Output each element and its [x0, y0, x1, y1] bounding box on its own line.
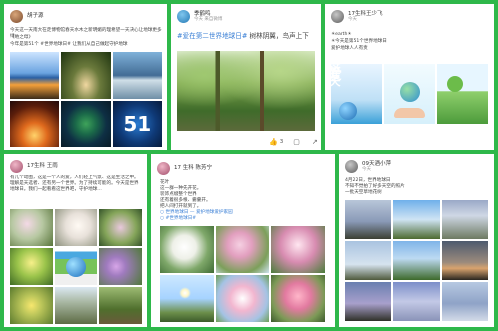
post-text: 《地之母》: [10, 35, 33, 40]
photo-thumbnail[interactable]: 51: [112, 100, 162, 147]
photo-thumbnail[interactable]: [10, 248, 53, 285]
post-card-4[interactable]: 17生科 王雨 有几个动图，这是一个人的爱，人们轻上气氛、这是生活之中。理解是天…: [4, 154, 147, 327]
image-grid: 爱在 这天: [331, 64, 488, 124]
hashtag-link[interactable]: #爱在第二世界地球日#: [177, 32, 247, 40]
post-text: #爱在第二世界地球日# 树林阴翼，鸟声上下: [177, 32, 317, 41]
post-card-5[interactable]: 17 生科 陈芳宁 花叶 这一群一种先开花。 装饰点缀整个世界 还有着很多根、嫑…: [151, 154, 335, 327]
photo-thumbnail[interactable]: [99, 287, 142, 324]
photo-thumbnail[interactable]: [271, 275, 325, 322]
hands-icon: [394, 108, 425, 118]
post-header: 17生科王少飞 今天: [331, 10, 383, 23]
photo-thumbnail[interactable]: [54, 209, 98, 246]
post-time: 今天: [362, 167, 371, 173]
username[interactable]: 胡子源: [27, 13, 44, 20]
user-info: 09天酒小萍 今天: [358, 161, 391, 173]
photo-thumbnail[interactable]: [10, 52, 60, 99]
post-card-1[interactable]: 胡子源 今天这一天南大在走博物馆春天水木之新明媚的理希望一天决心让地球更多绿… …: [4, 4, 167, 150]
post-header: 17生科 王雨: [10, 160, 58, 173]
like-icon[interactable]: 👍: [269, 138, 278, 146]
photo-thumbnail[interactable]: [99, 209, 142, 246]
sun-icon: [178, 286, 191, 299]
photo-thumbnail[interactable]: [441, 241, 488, 280]
avatar[interactable]: [10, 10, 23, 23]
tree-icon: [447, 76, 464, 92]
photo-thumbnail[interactable]: [10, 209, 53, 246]
post-text: ☀earth☀: [331, 32, 352, 37]
post-card-3[interactable]: 17生科王少飞 今天 ☀earth☀ ☀今天是第51个世界地球日 爱护地球人人有…: [325, 4, 494, 150]
avatar[interactable]: [10, 160, 23, 173]
photo-thumbnail[interactable]: [99, 248, 142, 285]
username[interactable]: 17生科 王雨: [27, 163, 58, 170]
post-time: 今天: [348, 17, 357, 23]
photo-thumbnail[interactable]: [393, 200, 440, 239]
user-info: 17生科王少飞 今天: [344, 11, 383, 23]
avatar[interactable]: [177, 10, 190, 23]
photo-thumbnail[interactable]: [160, 275, 214, 322]
post-header: 09天酒小萍 今天: [345, 160, 391, 173]
post-text: ☀今天是第51个世界地球日: [331, 39, 387, 44]
image-grid: 51: [10, 52, 162, 147]
post-time: 今天 来自微博: [194, 17, 223, 23]
photo-thumbnail[interactable]: [215, 226, 270, 273]
user-info: 季鹤鸣 今天 来自微博: [190, 11, 222, 23]
photo-thumbnail[interactable]: [441, 282, 488, 321]
photo-thumbnail[interactable]: [215, 275, 270, 322]
photo-thumbnail[interactable]: [10, 287, 53, 324]
post-text: 有几个动图，这是一个人的爱，人们轻上气氛、这是生活之中。理解是天选者、还有另一个…: [10, 175, 139, 193]
comment-icon[interactable]: ▢: [293, 138, 300, 146]
post-card-2[interactable]: 季鹤鸣 今天 来自微博 #爱在第二世界地球日# 树林阴翼，鸟声上下 👍 3 ▢ …: [171, 4, 321, 150]
avatar[interactable]: [345, 160, 358, 173]
photo-thumbnail[interactable]: [10, 100, 60, 147]
globe-icon: [339, 102, 357, 120]
photo-thumbnail[interactable]: [61, 100, 111, 147]
post-body: 树林阴翼，鸟声上下: [249, 32, 309, 40]
like-count: 3: [279, 139, 284, 145]
username[interactable]: 17 生科 陈芳宁: [174, 165, 212, 172]
post-text: 一批天空草地花树: [345, 190, 382, 195]
post-actions: 👍 3 ▢ ↗: [269, 138, 320, 146]
photo-thumbnail[interactable]: [345, 282, 392, 321]
tile-number: 51: [123, 111, 152, 136]
poster-image[interactable]: 爱在 这天: [331, 64, 382, 124]
photo-thumbnail[interactable]: [54, 287, 98, 324]
share-icon[interactable]: ↗: [312, 138, 318, 146]
photo-thumbnail[interactable]: [393, 241, 440, 280]
post-header: 胡子源: [10, 10, 44, 23]
photo-thumbnail[interactable]: [160, 226, 214, 273]
image-grid: [160, 226, 325, 322]
photo-thumbnail[interactable]: [345, 241, 392, 280]
globe-icon: [65, 256, 86, 277]
poster-image[interactable]: [437, 64, 488, 124]
avatar[interactable]: [331, 10, 344, 23]
post-header: 季鹤鸣 今天 来自微博: [177, 10, 222, 23]
post-text: 今年是第51个 #世界地球日# 让我们从自己做起守护地球: [10, 42, 128, 47]
hashtag-link[interactable]: ○ #世界地球日#: [160, 216, 196, 222]
post-header: 17 生科 陈芳宁: [157, 162, 212, 175]
photo-thumbnail[interactable]: [393, 282, 440, 321]
globe-icon: [399, 81, 420, 102]
earth-day-poster[interactable]: [54, 248, 98, 285]
photo-thumbnail[interactable]: [61, 52, 111, 99]
post-card-6[interactable]: 09天酒小萍 今天 4月22日，世界地球日 不知不觉拍了好多天空的照片 一批天空…: [339, 154, 494, 327]
photo-thumbnail[interactable]: [345, 200, 392, 239]
poster-image[interactable]: [384, 64, 435, 124]
image-grid: [345, 200, 488, 321]
post-text: 爱护地球人人有责: [331, 46, 368, 51]
avatar[interactable]: [157, 162, 170, 175]
image-grid: [10, 209, 142, 324]
photo-thumbnail[interactable]: [441, 200, 488, 239]
photo-thumbnail[interactable]: [271, 226, 325, 273]
photo-thumbnail[interactable]: [112, 52, 162, 99]
forest-photo[interactable]: [177, 51, 315, 131]
poster-title-text: 这天: [331, 64, 341, 88]
